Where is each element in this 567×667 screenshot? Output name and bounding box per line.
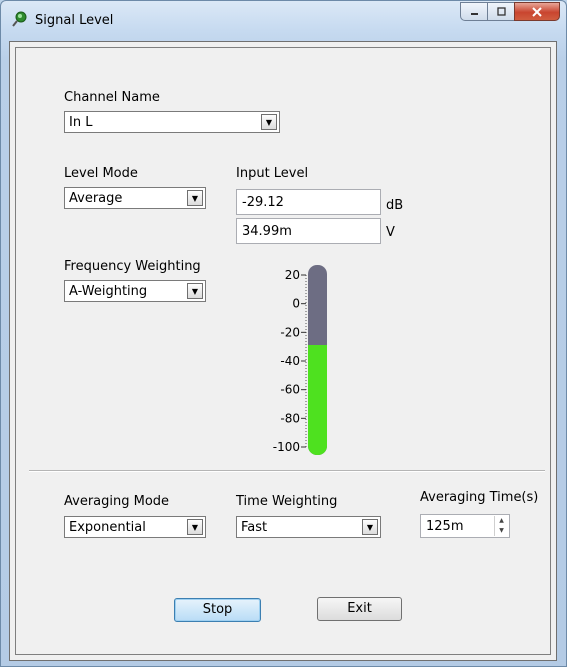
meter-tick-label: -60 xyxy=(280,383,300,397)
averaging-time-spinbox[interactable]: 125m ▲ ▼ xyxy=(420,514,510,538)
spin-down-icon[interactable]: ▼ xyxy=(495,526,508,536)
window-title: Signal Level xyxy=(35,13,114,28)
close-button[interactable] xyxy=(514,2,560,21)
separator xyxy=(29,470,545,472)
input-level-db-field: -29.12 xyxy=(236,189,381,215)
input-level-label: Input Level xyxy=(236,166,309,181)
frequency-weighting-value: A-Weighting xyxy=(69,284,148,299)
meter-tick-label: 20 xyxy=(285,268,300,282)
stop-button[interactable]: Stop xyxy=(174,598,261,622)
level-meter-bar xyxy=(308,265,327,455)
chevron-down-icon[interactable]: ▼ xyxy=(187,519,203,535)
channel-name-select[interactable]: In L ▼ xyxy=(64,111,280,133)
maximize-icon xyxy=(496,7,506,16)
input-level-volt-field: 34.99m xyxy=(236,218,381,244)
level-mode-value: Average xyxy=(69,191,123,206)
group-frame: Channel Name In L ▼ Level Mode Average ▼… xyxy=(15,47,551,655)
averaging-time-label: Averaging Time(s) xyxy=(420,490,539,505)
input-level-db-value: -29.12 xyxy=(242,195,284,210)
spin-buttons: ▲ ▼ xyxy=(494,516,508,536)
meter-tick-label: -20 xyxy=(280,325,300,339)
time-weighting-label: Time Weighting xyxy=(236,494,338,509)
app-icon xyxy=(12,11,27,27)
time-weighting-select[interactable]: Fast ▼ xyxy=(236,516,381,538)
volt-unit-label: V xyxy=(386,225,395,240)
channel-name-label: Channel Name xyxy=(64,90,160,105)
client-area: Channel Name In L ▼ Level Mode Average ▼… xyxy=(9,41,557,661)
minimize-button[interactable] xyxy=(460,2,487,21)
title-bar[interactable]: Signal Level xyxy=(1,1,566,41)
signal-level-window: Signal Level Channel Name In L ▼ Level M… xyxy=(0,0,567,667)
averaging-mode-select[interactable]: Exponential ▼ xyxy=(64,516,206,538)
spin-up-icon[interactable]: ▲ xyxy=(495,516,508,526)
meter-scale: 20 0 -20 -40 -60 -80 -100 xyxy=(273,268,307,454)
chevron-down-icon[interactable]: ▼ xyxy=(261,114,277,130)
averaging-time-value: 125m xyxy=(426,519,464,534)
level-mode-label: Level Mode xyxy=(64,166,138,181)
channel-name-value: In L xyxy=(69,115,93,130)
frequency-weighting-label: Frequency Weighting xyxy=(64,259,201,274)
time-weighting-value: Fast xyxy=(241,520,268,535)
averaging-mode-value: Exponential xyxy=(69,520,146,535)
input-level-volt-value: 34.99m xyxy=(242,224,292,239)
meter-tick-label: -40 xyxy=(280,354,300,368)
exit-button[interactable]: Exit xyxy=(317,597,402,621)
maximize-button[interactable] xyxy=(487,2,514,21)
chevron-down-icon[interactable]: ▼ xyxy=(362,519,378,535)
minimize-icon xyxy=(470,13,478,15)
meter-tick-label: 0 xyxy=(292,297,300,311)
chevron-down-icon[interactable]: ▼ xyxy=(187,190,203,206)
close-icon xyxy=(532,6,542,17)
level-mode-select[interactable]: Average ▼ xyxy=(64,187,206,209)
level-meter-fill xyxy=(308,345,327,455)
averaging-mode-label: Averaging Mode xyxy=(64,494,170,509)
frequency-weighting-select[interactable]: A-Weighting ▼ xyxy=(64,280,206,302)
meter-tick-label: -100 xyxy=(273,440,300,454)
meter-tick-label: -80 xyxy=(280,411,300,425)
caption-buttons xyxy=(460,2,560,22)
db-unit-label: dB xyxy=(386,198,404,213)
chevron-down-icon[interactable]: ▼ xyxy=(187,283,203,299)
